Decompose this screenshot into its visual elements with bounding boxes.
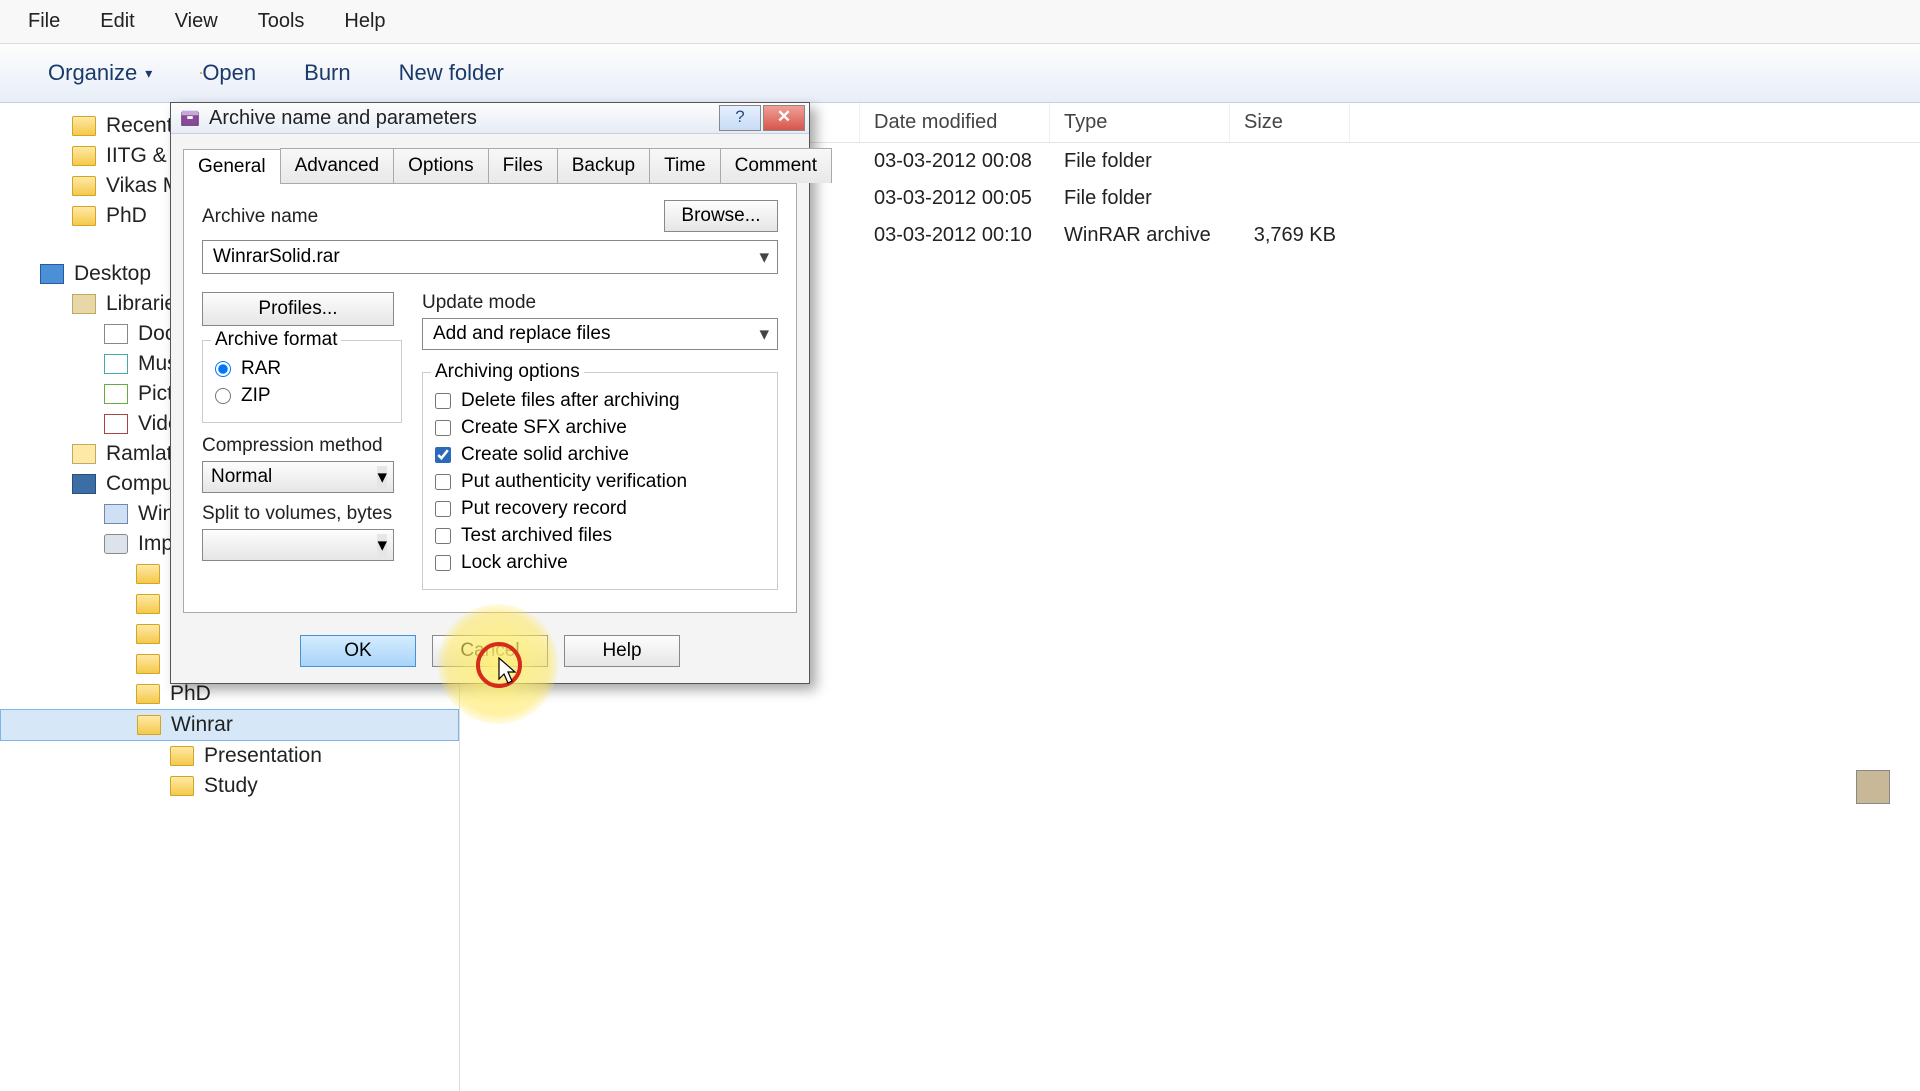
user-avatar: [1856, 770, 1890, 804]
organize-button[interactable]: Organize: [24, 54, 176, 92]
option-checkbox[interactable]: Lock archive: [435, 552, 765, 574]
titlebar-close-button[interactable]: ✕: [763, 105, 805, 131]
tab-backup[interactable]: Backup: [557, 148, 650, 183]
col-date[interactable]: Date modified: [860, 103, 1050, 142]
nav-item-label: Desktop: [74, 262, 151, 286]
update-mode-label: Update mode: [422, 292, 778, 314]
option-label: Put authenticity verification: [461, 471, 687, 493]
nav-item-label: Study: [204, 774, 258, 798]
folder-icon: [136, 654, 160, 674]
menu-tools[interactable]: Tools: [238, 4, 325, 39]
menu-file[interactable]: File: [8, 4, 80, 39]
radio-rar[interactable]: RAR: [215, 358, 389, 380]
titlebar-help-button[interactable]: ?: [719, 105, 761, 131]
option-checkbox[interactable]: Test archived files: [435, 525, 765, 547]
archive-dialog: Archive name and parameters ? ✕ General …: [170, 102, 810, 684]
archive-format-label: Archive format: [211, 329, 341, 351]
tab-comment[interactable]: Comment: [720, 148, 832, 183]
open-label: Open: [202, 60, 256, 86]
folder-icon: [72, 474, 96, 494]
col-type[interactable]: Type: [1050, 103, 1230, 142]
help-button[interactable]: Help: [564, 635, 680, 667]
profiles-button[interactable]: Profiles...: [202, 292, 394, 326]
tab-time[interactable]: Time: [649, 148, 721, 183]
folder-icon: [72, 294, 96, 314]
option-checkbox[interactable]: Put recovery record: [435, 498, 765, 520]
new-folder-button[interactable]: New folder: [375, 54, 528, 92]
option-label: Put recovery record: [461, 498, 627, 520]
folder-icon: [170, 776, 194, 796]
option-label: Lock archive: [461, 552, 568, 574]
nav-item[interactable]: Presentation: [0, 741, 459, 771]
folder-icon: [104, 354, 128, 374]
tab-general[interactable]: General: [183, 149, 281, 184]
radio-rar-label: RAR: [241, 358, 281, 380]
radio-zip[interactable]: ZIP: [215, 385, 389, 407]
archiving-options-group: Archiving options Delete files after arc…: [422, 372, 778, 590]
folder-icon: [104, 534, 128, 554]
menubar: File Edit View Tools Help: [0, 0, 1920, 44]
option-checkbox[interactable]: Put authenticity verification: [435, 471, 765, 493]
folder-icon: [137, 715, 161, 735]
update-mode-select[interactable]: Add and replace files: [422, 318, 778, 350]
archive-format-group: Archive format RAR ZIP: [202, 340, 402, 423]
col-size[interactable]: Size: [1230, 103, 1350, 142]
nav-item-label: PhD: [106, 204, 147, 228]
folder-icon: [72, 206, 96, 226]
folder-icon: [136, 594, 160, 614]
folder-icon: [170, 746, 194, 766]
tab-advanced[interactable]: Advanced: [280, 148, 395, 183]
nav-item-label: Winrar: [171, 713, 233, 737]
nav-item[interactable]: Winrar: [0, 709, 459, 741]
folder-icon: [136, 564, 160, 584]
dialog-button-row: OK Cancel Help: [171, 625, 809, 683]
folder-icon: [40, 264, 64, 284]
menu-view[interactable]: View: [155, 4, 238, 39]
compression-label: Compression method: [202, 435, 402, 457]
archiving-options-label: Archiving options: [431, 361, 584, 383]
split-label: Split to volumes, bytes: [202, 503, 402, 525]
option-label: Create SFX archive: [461, 417, 627, 439]
folder-icon: [72, 116, 96, 136]
nav-item-label: Presentation: [204, 744, 322, 768]
tab-files[interactable]: Files: [488, 148, 558, 183]
open-button[interactable]: Open: [176, 54, 280, 92]
option-checkbox[interactable]: Create solid archive: [435, 444, 765, 466]
option-label: Delete files after archiving: [461, 390, 680, 412]
option-checkbox[interactable]: Delete files after archiving: [435, 390, 765, 412]
toolbar: Organize Open Burn New folder: [0, 44, 1920, 103]
folder-icon: [136, 624, 160, 644]
folder-icon: [72, 444, 96, 464]
split-select[interactable]: [202, 529, 394, 561]
folder-icon: [104, 324, 128, 344]
menu-help[interactable]: Help: [324, 4, 405, 39]
folder-icon: [104, 504, 128, 524]
nav-item[interactable]: Study: [0, 771, 459, 801]
option-label: Test archived files: [461, 525, 612, 547]
folder-icon: [72, 146, 96, 166]
folder-icon: [104, 414, 128, 434]
browse-button[interactable]: Browse...: [664, 200, 778, 232]
dialog-tabs: General Advanced Options Files Backup Ti…: [171, 134, 809, 183]
dialog-titlebar[interactable]: Archive name and parameters ? ✕: [171, 103, 809, 134]
dialog-title: Archive name and parameters: [209, 107, 717, 130]
tab-options[interactable]: Options: [393, 148, 488, 183]
burn-button[interactable]: Burn: [280, 54, 374, 92]
ok-button[interactable]: OK: [300, 635, 416, 667]
folder-icon: [104, 384, 128, 404]
folder-icon: [72, 176, 96, 196]
menu-edit[interactable]: Edit: [80, 4, 154, 39]
archive-name-label: Archive name: [202, 206, 318, 228]
nav-item-label: PhD: [170, 682, 211, 706]
compression-select[interactable]: Normal: [202, 461, 394, 493]
winrar-icon: [179, 107, 201, 129]
option-label: Create solid archive: [461, 444, 629, 466]
option-checkbox[interactable]: Create SFX archive: [435, 417, 765, 439]
archive-name-input[interactable]: WinrarSolid.rar: [202, 240, 778, 274]
cancel-button[interactable]: Cancel: [432, 635, 548, 667]
radio-zip-label: ZIP: [241, 385, 271, 407]
folder-icon: [136, 684, 160, 704]
